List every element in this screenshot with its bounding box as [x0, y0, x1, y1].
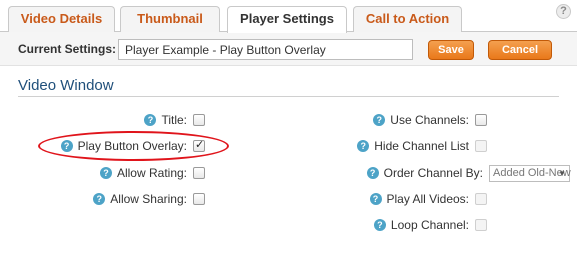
- field-label: Allow Sharing:: [110, 192, 187, 206]
- field-label: Order Channel By:: [383, 166, 483, 180]
- help-icon[interactable]: ?: [144, 114, 157, 126]
- chevron-down-icon: ▼: [558, 168, 566, 178]
- play-all-videos-checkbox[interactable]: [475, 193, 487, 205]
- help-icon[interactable]: ?: [93, 193, 106, 205]
- help-icon[interactable]: ?: [556, 4, 571, 19]
- help-icon[interactable]: ?: [373, 114, 386, 126]
- play-button-overlay-checkbox[interactable]: ✓: [193, 139, 205, 152]
- field-play-all-videos: ? Play All Videos:: [369, 189, 487, 209]
- hide-channel-list-checkbox[interactable]: [475, 140, 487, 152]
- field-label: Title:: [161, 113, 187, 127]
- current-settings-input[interactable]: [118, 39, 413, 60]
- field-allow-rating: ? Allow Rating:: [99, 163, 205, 183]
- field-use-channels: ? Use Channels:: [373, 110, 487, 130]
- cancel-button[interactable]: Cancel: [488, 40, 552, 60]
- field-loop-channel: ? Loop Channel:: [373, 215, 487, 235]
- tab-thumbnail[interactable]: Thumbnail: [120, 6, 220, 32]
- help-icon[interactable]: ?: [60, 140, 73, 152]
- current-settings-label: Current Settings:: [18, 42, 117, 56]
- tab-bar: Video Details Thumbnail Player Settings …: [0, 0, 577, 33]
- field-order-channel-by: ? Order Channel By: Added Old-New ▼: [366, 163, 571, 183]
- title-checkbox[interactable]: [193, 114, 205, 126]
- field-title: ? Title:: [144, 110, 205, 130]
- tab-video-details[interactable]: Video Details: [8, 6, 115, 32]
- section-title: Video Window: [18, 77, 114, 94]
- field-label: Hide Channel List: [374, 139, 469, 153]
- field-label: Play All Videos:: [386, 192, 470, 206]
- field-hide-channel-list: ? Hide Channel List: [357, 136, 487, 156]
- help-icon[interactable]: ?: [366, 167, 379, 179]
- field-allow-sharing: ? Allow Sharing:: [93, 189, 205, 209]
- help-icon[interactable]: ?: [357, 140, 370, 152]
- order-channel-select[interactable]: Added Old-New ▼: [489, 164, 571, 182]
- allow-sharing-checkbox[interactable]: [193, 193, 205, 205]
- tab-call-to-action[interactable]: Call to Action: [353, 6, 462, 32]
- help-icon[interactable]: ?: [99, 167, 112, 179]
- save-button[interactable]: Save: [428, 40, 474, 60]
- field-label: Allow Rating:: [116, 166, 187, 180]
- tab-player-settings[interactable]: Player Settings: [227, 6, 347, 33]
- check-icon: ✓: [195, 139, 205, 151]
- help-icon[interactable]: ?: [369, 193, 382, 205]
- current-settings-bar: Current Settings: Save Cancel: [0, 32, 577, 66]
- allow-rating-checkbox[interactable]: [193, 167, 205, 179]
- field-label: Loop Channel:: [390, 218, 469, 232]
- loop-channel-checkbox[interactable]: [475, 219, 487, 231]
- field-label: Use Channels:: [390, 113, 469, 127]
- field-play-button-overlay: ? Play Button Overlay: ✓: [60, 136, 205, 156]
- use-channels-checkbox[interactable]: [475, 114, 487, 126]
- help-icon[interactable]: ?: [373, 219, 386, 231]
- field-label: Play Button Overlay:: [77, 139, 187, 153]
- section-divider: [18, 96, 559, 97]
